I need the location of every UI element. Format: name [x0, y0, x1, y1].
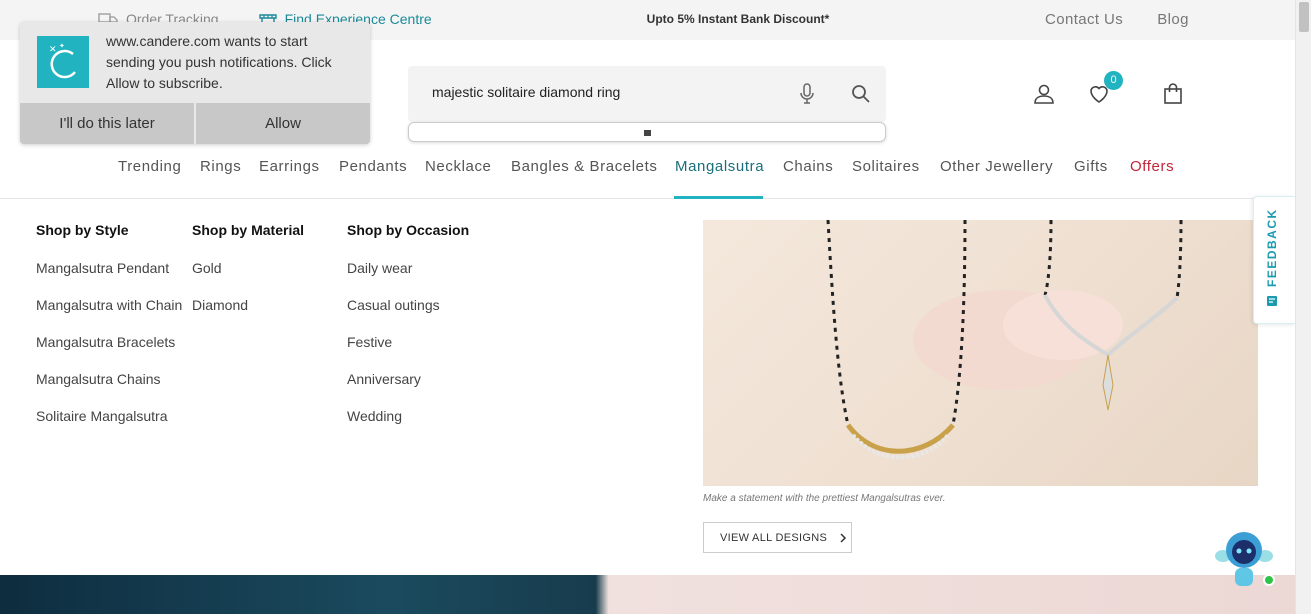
- menu-link-casual-outings[interactable]: Casual outings: [347, 297, 469, 315]
- robot-chatbot-icon: [1215, 532, 1275, 586]
- nav-item-solitaires[interactable]: Solitaires: [852, 158, 920, 175]
- feedback-label: FEEDBACK: [1265, 208, 1279, 287]
- blog-link[interactable]: Blog: [1157, 11, 1189, 28]
- menu-link-daily-wear[interactable]: Daily wear: [347, 260, 469, 278]
- menu-column-occasion: Shop by Occasion Daily wear Casual outin…: [347, 222, 469, 445]
- nav-item-necklace[interactable]: Necklace: [425, 158, 492, 175]
- menu-column-material: Shop by Material Gold Diamond: [192, 222, 304, 334]
- menu-link-diamond[interactable]: Diamond: [192, 297, 304, 315]
- nav-item-rings[interactable]: Rings: [200, 158, 241, 175]
- vertical-scrollbar[interactable]: [1295, 0, 1311, 614]
- search-suggestions-dropdown: [408, 122, 886, 142]
- promo-caption: Make a statement with the prettiest Mang…: [703, 493, 946, 504]
- candere-logo-mark: ✕ ✦: [49, 42, 76, 79]
- contact-us-link[interactable]: Contact Us: [1045, 11, 1123, 28]
- nav-item-trending[interactable]: Trending: [118, 158, 181, 175]
- nav-item-gifts[interactable]: Gifts: [1074, 158, 1108, 175]
- search-input[interactable]: [432, 84, 782, 100]
- menu-link-mangalsutra-bracelets[interactable]: Mangalsutra Bracelets: [36, 334, 182, 352]
- menu-link-festive[interactable]: Festive: [347, 334, 469, 352]
- menu-link-anniversary[interactable]: Anniversary: [347, 371, 469, 389]
- menu-link-solitaire-mangalsutra[interactable]: Solitaire Mangalsutra: [36, 408, 182, 426]
- menu-link-wedding[interactable]: Wedding: [347, 408, 469, 426]
- candere-logo: ✕ ✦: [37, 36, 89, 88]
- menu-link-mangalsutra-pendant[interactable]: Mangalsutra Pendant: [36, 260, 182, 278]
- menu-link-mangalsutra-chains[interactable]: Mangalsutra Chains: [36, 371, 182, 389]
- scrollbar-thumb[interactable]: [1299, 2, 1309, 32]
- hero-banner-strip[interactable]: [0, 575, 1295, 614]
- do-later-button[interactable]: I'll do this later: [20, 103, 194, 144]
- menu-heading-occasion: Shop by Occasion: [347, 222, 470, 238]
- menu-heading-style: Shop by Style: [36, 222, 129, 238]
- view-all-designs-label: VIEW ALL DESIGNS: [720, 531, 828, 544]
- nav-item-other-jewellery[interactable]: Other Jewellery: [940, 158, 1053, 175]
- chatbot-button[interactable]: [1213, 528, 1275, 592]
- feedback-icon: [1267, 296, 1277, 306]
- chevron-right-icon: [840, 532, 847, 543]
- menu-column-style: Shop by Style Mangalsutra Pendant Mangal…: [36, 222, 182, 445]
- shopping-bag-icon[interactable]: [1161, 82, 1185, 106]
- search-bar: [408, 66, 886, 122]
- nav-item-chains[interactable]: Chains: [783, 158, 833, 175]
- mangalsutra-illustration: [826, 220, 1183, 460]
- notification-message: www.candere.com wants to start sending y…: [106, 33, 332, 91]
- nav-item-bangles-bracelets[interactable]: Bangles & Bracelets: [511, 158, 657, 175]
- menu-heading-material: Shop by Material: [192, 222, 305, 238]
- top-bar-right: Contact Us Blog: [1045, 11, 1189, 28]
- notification-buttons: I'll do this later Allow: [20, 103, 370, 144]
- active-nav-underline: [674, 196, 763, 199]
- feedback-tab[interactable]: FEEDBACK: [1253, 196, 1295, 324]
- mangalsutra-promo-image[interactable]: [703, 220, 1258, 486]
- microphone-icon[interactable]: [798, 83, 816, 105]
- account-icon[interactable]: [1032, 82, 1056, 106]
- main-navigation: Trending Rings Earrings Pendants Necklac…: [0, 150, 1295, 199]
- svg-text:✦: ✦: [59, 42, 65, 50]
- nav-item-offers[interactable]: Offers: [1130, 158, 1174, 175]
- wishlist-count-badge: 0: [1104, 71, 1123, 90]
- menu-link-gold[interactable]: Gold: [192, 260, 304, 278]
- view-all-designs-button[interactable]: VIEW ALL DESIGNS: [703, 522, 852, 553]
- search-icon[interactable]: [851, 84, 871, 104]
- menu-link-mangalsutra-with-chain[interactable]: Mangalsutra with Chain: [36, 297, 182, 315]
- loading-indicator: [644, 130, 651, 136]
- nav-item-mangalsutra[interactable]: Mangalsutra: [675, 158, 764, 175]
- nav-item-earrings[interactable]: Earrings: [259, 158, 320, 175]
- svg-text:✕: ✕: [49, 45, 57, 55]
- allow-button[interactable]: Allow: [196, 103, 370, 144]
- nav-item-pendants[interactable]: Pendants: [339, 158, 407, 175]
- push-notification-prompt: ✕ ✦ www.candere.com wants to start sendin…: [20, 22, 370, 144]
